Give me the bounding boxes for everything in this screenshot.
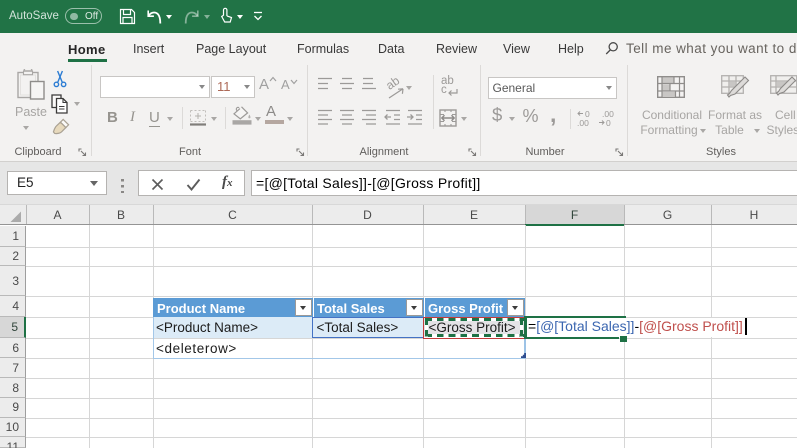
svg-text:.00: .00: [577, 118, 589, 128]
svg-text:0: 0: [606, 118, 611, 128]
